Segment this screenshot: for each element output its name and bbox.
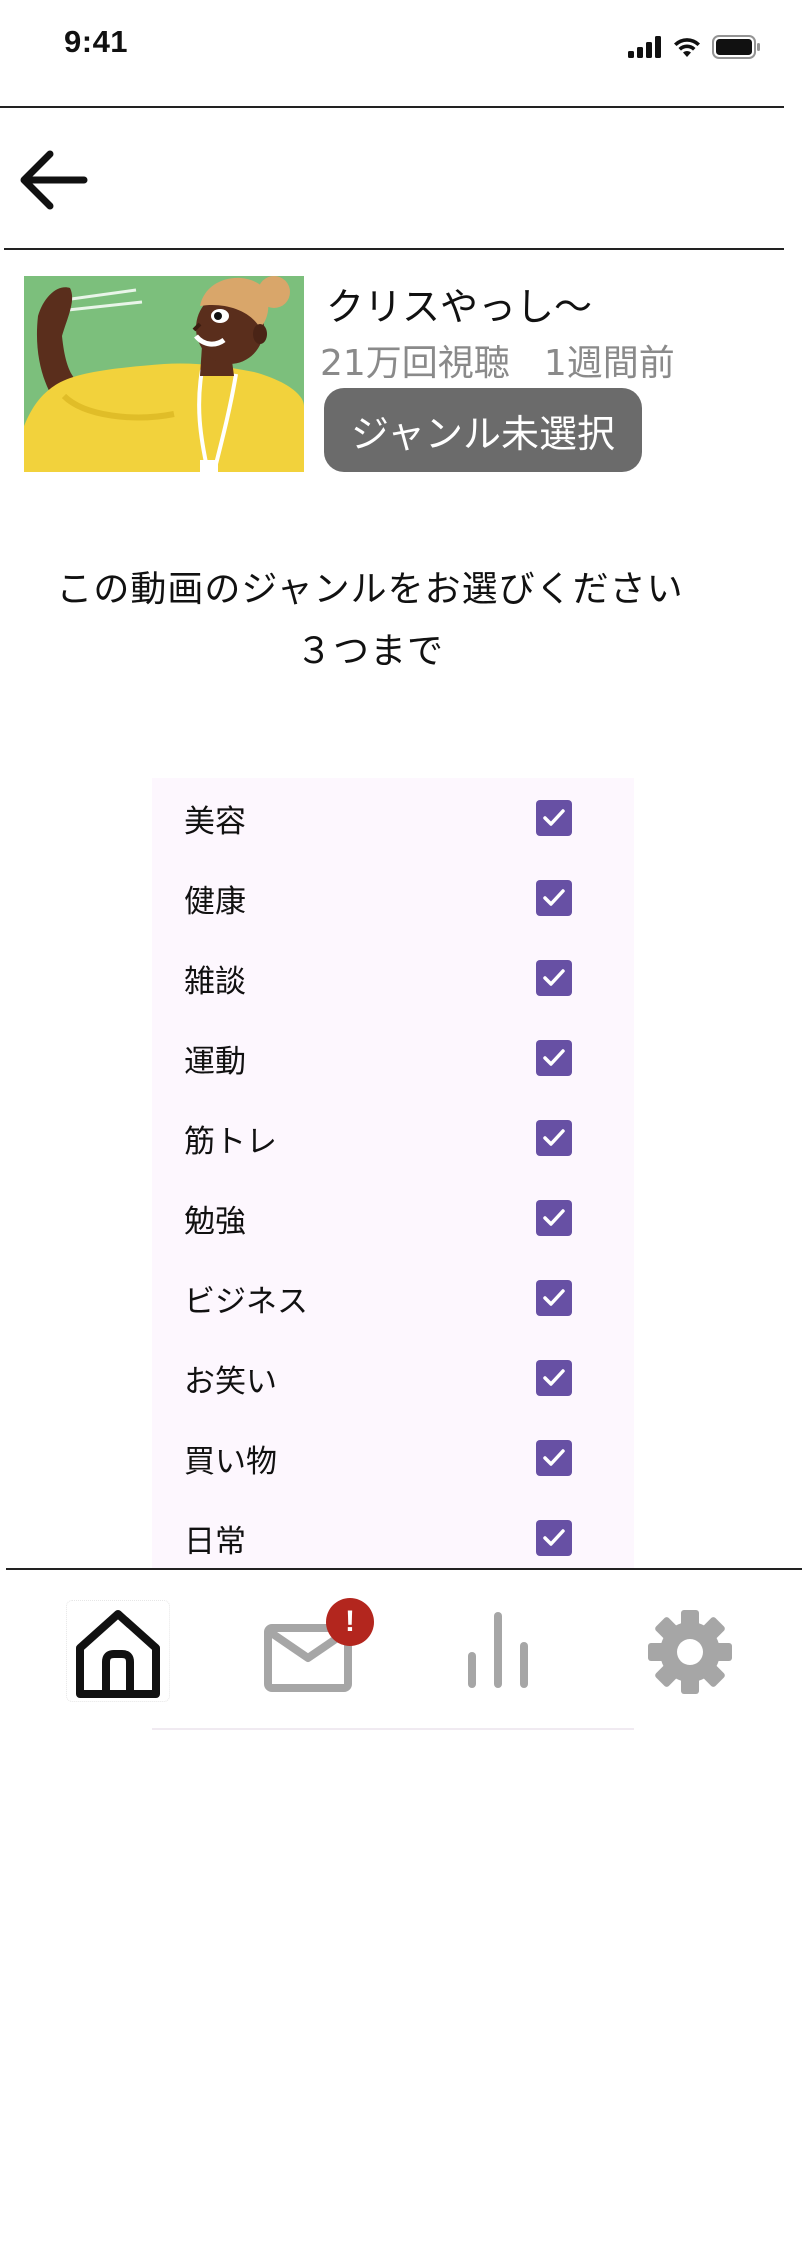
genre-row[interactable]: 健康	[152, 858, 634, 938]
check-icon	[543, 1049, 565, 1066]
arrow-left-icon	[20, 150, 88, 210]
genre-prompt-line1: この動画のジャンルをお選びください	[56, 569, 684, 610]
check-icon	[543, 889, 565, 906]
wifi-icon	[674, 38, 700, 57]
genre-row[interactable]: 勉強	[152, 1178, 634, 1258]
video-thumbnail[interactable]	[24, 276, 304, 472]
genre-label: 日常	[184, 1524, 246, 1560]
nav-stats[interactable]	[450, 1604, 546, 1700]
genre-label: 美容	[184, 804, 246, 840]
genre-label: 健康	[184, 884, 246, 920]
bar-chart-icon	[468, 1612, 528, 1688]
genre-row[interactable]: 雑談	[152, 938, 634, 1018]
genre-checkbox[interactable]	[536, 1200, 572, 1236]
genre-row[interactable]: 運動	[152, 1018, 634, 1098]
video-meta: 21万回視聴 1週間前	[320, 334, 675, 386]
genre-label: 運動	[184, 1044, 246, 1080]
genre-row[interactable]: 日常	[152, 1498, 634, 1578]
nav-home[interactable]	[70, 1604, 166, 1700]
notification-badge: !	[326, 1598, 374, 1646]
genre-row[interactable]: 筋トレ	[152, 1098, 634, 1178]
genre-row[interactable]: 買い物	[152, 1418, 634, 1498]
genre-checkbox[interactable]	[536, 880, 572, 916]
home-icon	[76, 1610, 160, 1698]
gear-icon	[648, 1610, 732, 1694]
genre-label: 買い物	[184, 1444, 277, 1480]
genre-label: お笑い	[184, 1364, 277, 1400]
status-bar: 9:41	[0, 0, 802, 96]
genre-label: 筋トレ	[184, 1124, 277, 1160]
genre-prompt-line2: ３つまで	[295, 631, 444, 672]
status-time: 9:41	[64, 24, 129, 59]
check-icon	[543, 969, 565, 986]
status-divider	[0, 106, 784, 108]
genre-checkbox[interactable]	[536, 1520, 572, 1556]
view-count: 21万回視聴	[320, 343, 510, 384]
status-icons	[628, 30, 762, 64]
posted-time: 1週間前	[543, 343, 675, 384]
check-icon	[543, 1289, 565, 1306]
header-divider	[4, 248, 784, 250]
genre-row[interactable]: 美容	[152, 778, 634, 858]
genre-label: 勉強	[184, 1204, 246, 1240]
genre-checkbox[interactable]	[536, 1440, 572, 1476]
list-bottom-edge	[152, 1728, 634, 1730]
genre-row[interactable]: お笑い	[152, 1338, 634, 1418]
check-icon	[543, 1369, 565, 1386]
battery-icon	[712, 35, 760, 59]
genre-checkbox[interactable]	[536, 1280, 572, 1316]
genre-label: 雑談	[184, 964, 246, 1000]
check-icon	[543, 1529, 565, 1546]
check-icon	[543, 1129, 565, 1146]
genre-status-chip[interactable]: ジャンル未選択	[324, 388, 642, 472]
signal-icon	[628, 36, 661, 58]
genre-checkbox[interactable]	[536, 1360, 572, 1396]
genre-checkbox[interactable]	[536, 800, 572, 836]
genre-checkbox[interactable]	[536, 1120, 572, 1156]
back-button[interactable]	[14, 140, 94, 220]
genre-label: ビジネス	[184, 1284, 308, 1320]
genre-checkbox[interactable]	[536, 1040, 572, 1076]
video-title: クリスやっし〜	[326, 285, 593, 329]
bottom-nav-divider	[6, 1568, 802, 1570]
check-icon	[543, 809, 565, 826]
check-icon	[543, 1209, 565, 1226]
genre-row[interactable]: ビジネス	[152, 1258, 634, 1338]
nav-settings[interactable]	[642, 1604, 738, 1700]
genre-checkbox[interactable]	[536, 960, 572, 996]
check-icon	[543, 1449, 565, 1466]
